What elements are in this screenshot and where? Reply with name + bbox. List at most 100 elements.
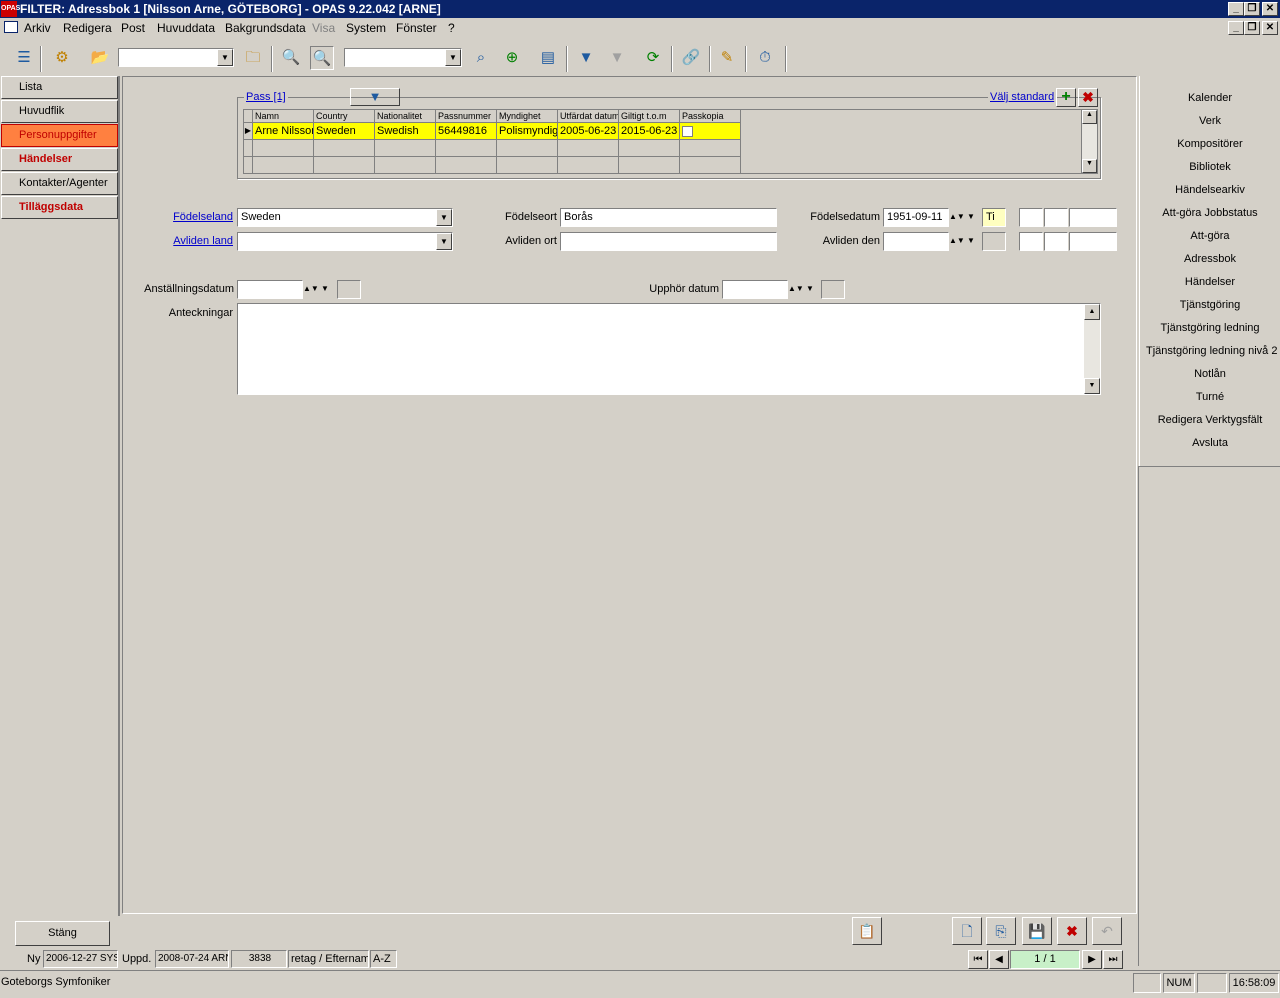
extra-field-6[interactable] (1069, 232, 1117, 251)
scroll-up-icon[interactable]: ▲ (1082, 110, 1097, 124)
passkopia-checkbox[interactable] (682, 126, 693, 137)
menu-post[interactable]: Post (121, 21, 145, 35)
chevron-down-icon[interactable]: ▼ (964, 208, 978, 227)
delete-pass-icon[interactable]: ✖ (1078, 88, 1098, 107)
nav-huvudflik[interactable]: Huvudflik (1, 100, 118, 123)
rnav-att-gora-jobbstatus[interactable]: Att-göra Jobbstatus (1140, 207, 1280, 219)
upphor-datum-input[interactable] (722, 280, 788, 299)
menu-bakgrundsdata[interactable]: Bakgrundsdata (225, 21, 306, 35)
rnav-redigera-verktygsfalt[interactable]: Redigera Verktygsfält (1140, 414, 1280, 426)
search-icon[interactable]: 🔍 (279, 46, 303, 70)
column-header[interactable]: Country (314, 110, 375, 123)
table-cell[interactable]: Swedish (375, 123, 436, 140)
column-header[interactable]: Passnummer (436, 110, 497, 123)
upphor-datum-spinner[interactable]: ▲▼ ▼ (788, 280, 818, 299)
clock-icon[interactable]: ⏱ (753, 46, 777, 70)
menu-fonster[interactable]: Fönster (396, 21, 437, 35)
avliden-ort-input[interactable] (560, 232, 777, 251)
table-cell-passkopia[interactable] (680, 123, 741, 140)
refresh-icon[interactable]: ⟳ (641, 46, 665, 70)
pass-title-link[interactable]: Pass [1] (244, 91, 288, 103)
anteckningar-textarea[interactable]: ▲ ▼ (237, 303, 1101, 395)
fodelseland-label[interactable]: Födelseland (150, 211, 233, 223)
fodelsedatum-input[interactable]: 1951-09-11 (883, 208, 949, 227)
rnav-turne[interactable]: Turné (1140, 391, 1280, 403)
rnav-bibliotek[interactable]: Bibliotek (1140, 161, 1280, 173)
last-record-icon[interactable]: ⏭ (1103, 950, 1123, 969)
filter-clear-icon[interactable]: ▼ (605, 46, 629, 70)
gear-icon[interactable]: ⚙ (50, 46, 74, 70)
extra-field-3[interactable] (1069, 208, 1117, 227)
column-header[interactable]: Nationalitet (375, 110, 436, 123)
rnav-adressbok[interactable]: Adressbok (1140, 253, 1280, 265)
avliden-land-select[interactable]: ▼ (237, 232, 453, 251)
rnav-tjanstgoring-ledning[interactable]: Tjänstgöring ledning (1140, 322, 1280, 334)
rnav-avsluta[interactable]: Avsluta (1140, 437, 1280, 449)
column-header[interactable]: Namn (253, 110, 314, 123)
rnav-kalender[interactable]: Kalender (1140, 92, 1280, 104)
document-icon[interactable] (4, 21, 18, 33)
restore-button[interactable]: ❐ (1244, 2, 1260, 16)
next-record-icon[interactable]: ▶ (1082, 950, 1102, 969)
fodelsedatum-spinner[interactable]: ▲▼ ▼ (949, 208, 979, 227)
sort-field[interactable]: retag / Efternam (288, 950, 369, 968)
first-record-icon[interactable]: ⏮ (968, 950, 988, 969)
valj-standard-link[interactable]: Välj standard (988, 91, 1057, 103)
menu-visa[interactable]: Visa (312, 21, 335, 35)
rnav-notlan[interactable]: Notlån (1140, 368, 1280, 380)
spin-updown-icon[interactable]: ▲▼ (303, 280, 319, 299)
notes-scrollbar[interactable]: ▲ ▼ (1084, 304, 1100, 394)
scroll-down-icon[interactable]: ▼ (1082, 159, 1097, 173)
save-folder-icon[interactable]: 🗀 (241, 46, 265, 70)
grid-scrollbar[interactable]: ▲ ▼ (1081, 110, 1097, 173)
column-header[interactable]: Myndighet (497, 110, 558, 123)
save-record-icon[interactable]: 💾 (1022, 917, 1052, 945)
delete-record-icon[interactable]: ✖ (1057, 917, 1087, 945)
spin-updown-icon[interactable]: ▲▼ (949, 208, 965, 227)
table-cell[interactable]: 2005-06-23 (558, 123, 619, 140)
search-active-icon[interactable]: 🔍 (310, 46, 334, 70)
fodelseland-select[interactable]: Sweden ▼ (237, 208, 453, 227)
chevron-down-icon[interactable]: ▼ (318, 280, 332, 299)
table-cell[interactable]: Sweden (314, 123, 375, 140)
chevron-down-icon[interactable]: ▼ (436, 209, 452, 226)
copy-record-icon[interactable]: ⎘ (986, 917, 1016, 945)
anstallningsdatum-spinner[interactable]: ▲▼ ▼ (303, 280, 333, 299)
nav-kontakter-agenter[interactable]: Kontakter/Agenter (1, 172, 118, 195)
new-record-icon[interactable]: 🗋 (952, 917, 982, 945)
column-header[interactable]: Utfärdat datum (558, 110, 619, 123)
link-icon[interactable]: 🔗 (679, 46, 703, 70)
table-cell[interactable]: 56449816 (436, 123, 497, 140)
clipboard-icon[interactable]: 📋 (852, 917, 882, 945)
rnav-handelser[interactable]: Händelser (1140, 276, 1280, 288)
menu-system[interactable]: System (346, 21, 386, 35)
minimize-button[interactable]: _ (1228, 2, 1244, 16)
mdi-minimize-button[interactable]: _ (1228, 21, 1244, 35)
anstallningsdatum-input[interactable] (237, 280, 303, 299)
avliden-den-input[interactable] (883, 232, 949, 251)
spin-updown-icon[interactable]: ▲▼ (788, 280, 804, 299)
extra-field-2[interactable] (1044, 208, 1068, 227)
mdi-close-button[interactable]: ✕ (1262, 21, 1278, 35)
toolbar-combo-2[interactable]: ▼ (344, 48, 462, 67)
rnav-att-gora[interactable]: Att-göra (1140, 230, 1280, 242)
expand-down-icon[interactable]: ▼ (350, 88, 400, 106)
rnav-verk[interactable]: Verk (1140, 115, 1280, 127)
avliden-den-spinner[interactable]: ▲▼ ▼ (949, 232, 979, 251)
avliden-land-label[interactable]: Avliden land (150, 235, 233, 247)
rnav-kompositorer[interactable]: Kompositörer (1140, 138, 1280, 150)
rnav-tjanstgoring[interactable]: Tjänstgöring (1140, 299, 1280, 311)
menu-huvuddata[interactable]: Huvuddata (157, 21, 215, 35)
filter-icon[interactable]: ▼ (574, 46, 598, 70)
chevron-down-icon[interactable]: ▼ (436, 233, 452, 250)
nav-tillaggsdata[interactable]: Tilläggsdata (1, 196, 118, 219)
stang-button[interactable]: Stäng (15, 921, 110, 946)
nav-lista[interactable]: Lista (1, 76, 118, 99)
zoom-in-icon[interactable]: ⊕ (500, 46, 524, 70)
find-person-icon[interactable]: ⌕ (469, 46, 493, 70)
menu-redigera[interactable]: Redigera (63, 21, 112, 35)
table-cell[interactable]: Arne Nilsson (253, 123, 314, 140)
open-folder-icon[interactable]: 📂 (88, 46, 112, 70)
menu-help[interactable]: ? (448, 21, 455, 35)
nav-personuppgifter[interactable]: Personuppgifter (1, 124, 118, 147)
